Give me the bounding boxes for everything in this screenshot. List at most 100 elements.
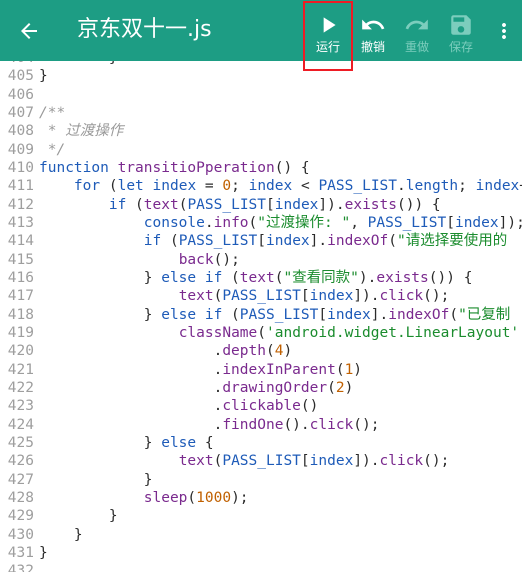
- code-token: function: [39, 159, 109, 176]
- code-token: click: [379, 453, 424, 470]
- code-token: [: [300, 288, 310, 305]
- code-line[interactable]: 421 .indexInParent(1): [0, 361, 522, 379]
- code-line[interactable]: 423 .clickable(): [0, 397, 522, 415]
- code-line[interactable]: 417 text(PASS_LIST[index]).click();: [0, 287, 522, 305]
- code-token: "请选择要使用的: [396, 233, 508, 250]
- code-token: PASS_LIST: [178, 233, 258, 250]
- line-number: 416: [7, 269, 34, 286]
- code-token: "过渡操作: ": [257, 214, 351, 231]
- code-token: [: [300, 453, 310, 470]
- line-number: 420: [7, 343, 34, 360]
- code-line[interactable]: 427 }: [0, 471, 522, 489]
- code-token: }: [39, 526, 83, 543]
- code-token: .: [39, 379, 223, 396]
- code-line[interactable]: 420 .depth(4): [0, 342, 522, 360]
- code-token: ): [353, 361, 363, 378]
- arrow-left-icon: [21, 23, 37, 39]
- code-line[interactable]: 412 if (text(PASS_LIST[index]).exists())…: [0, 196, 522, 214]
- code-token: text: [178, 453, 214, 470]
- code-token: (: [265, 343, 275, 360]
- code-token: .: [397, 178, 406, 195]
- code-token: index: [475, 178, 520, 195]
- code-line[interactable]: 415 back();: [0, 251, 522, 269]
- code-token: (: [126, 196, 144, 213]
- code-editor[interactable]: 404 }405}406407/**408 * 过渡操作409 */410fun…: [0, 61, 522, 572]
- code-token: ();: [213, 251, 240, 268]
- code-line[interactable]: 409 */: [0, 141, 522, 159]
- code-token: (: [327, 379, 336, 396]
- code-token: .: [204, 214, 214, 231]
- code-line[interactable]: 419 className('android.widget.LinearLayo…: [0, 324, 522, 342]
- code-line[interactable]: 428 sleep(1000);: [0, 489, 522, 507]
- code-token: for: [73, 178, 101, 195]
- code-line[interactable]: 414 if (PASS_LIST[index].indexOf("请选择要使用…: [0, 232, 522, 250]
- code-line[interactable]: 405}: [0, 67, 522, 85]
- code-token: length: [405, 178, 459, 195]
- code-token: ();: [423, 453, 450, 470]
- code-line[interactable]: 432: [0, 562, 522, 572]
- code-token: (: [100, 178, 118, 195]
- redo-button[interactable]: 重做: [395, 8, 439, 58]
- line-number: 419: [7, 324, 34, 341]
- back-button[interactable]: [12, 14, 46, 48]
- undo-button[interactable]: 撤销: [351, 8, 395, 58]
- code-line[interactable]: 422 .drawingOrder(2): [0, 379, 522, 397]
- line-number: 409: [7, 141, 34, 158]
- code-line[interactable]: 431}: [0, 544, 522, 562]
- code-token: ();: [353, 416, 380, 433]
- code-token: index: [248, 178, 293, 195]
- code-token: PASS_LIST: [367, 214, 447, 231]
- line-number: 425: [7, 434, 34, 451]
- code-line[interactable]: 418 } else if (PASS_LIST[index].indexOf(…: [0, 306, 522, 324]
- code-token: text: [178, 288, 214, 305]
- code-token: if: [108, 196, 127, 213]
- save-button[interactable]: 保存: [439, 8, 483, 58]
- line-number: 411: [7, 178, 34, 195]
- code-token: ].: [309, 233, 328, 250]
- code-line[interactable]: 407 /**: [0, 104, 522, 122]
- code-token: sleep: [143, 489, 188, 506]
- code-token: else if: [161, 269, 223, 286]
- code-line[interactable]: 426 text(PASS_LIST[index]).click();: [0, 452, 522, 470]
- code-token: (: [222, 269, 240, 286]
- code-token: PASS_LIST: [222, 288, 301, 305]
- code-token: findOne: [222, 416, 284, 433]
- code-line[interactable]: 413 console.info("过渡操作: ", PASS_LIST[ind…: [0, 214, 522, 232]
- save-icon: [451, 15, 471, 35]
- code-token: click: [309, 416, 354, 433]
- run-button[interactable]: 运行: [306, 8, 350, 58]
- code-line[interactable]: 411 for (let index = 0; index < PASS_LIS…: [0, 177, 522, 195]
- line-number: 432: [7, 563, 34, 572]
- code-token: .: [39, 343, 223, 360]
- save-label: 保存: [448, 40, 473, 54]
- run-label: 运行: [315, 40, 340, 54]
- code-token: ,: [350, 214, 368, 231]
- code-token: if: [143, 233, 162, 250]
- line-number: 412: [7, 196, 34, 213]
- code-token: (: [161, 233, 179, 250]
- code-token: PASS_LIST: [318, 178, 398, 195]
- code-line[interactable]: 408 * 过渡操作: [0, 122, 522, 140]
- code-line[interactable]: 416 } else if (text("查看同款").exists()) {: [0, 269, 522, 287]
- code-token: /**: [39, 104, 66, 121]
- code-line[interactable]: 406: [0, 86, 522, 104]
- line-number: 406: [7, 86, 34, 103]
- code-line[interactable]: 430 }: [0, 526, 522, 544]
- code-token: * 过渡操作: [39, 123, 124, 140]
- code-line[interactable]: 410 function transitioPperation() {: [0, 159, 522, 177]
- redo-icon: [405, 19, 428, 30]
- code-line[interactable]: 424 .findOne().click();: [0, 416, 522, 434]
- code-token: index: [327, 306, 371, 323]
- more-options-button[interactable]: [490, 14, 518, 48]
- code-line[interactable]: 425 } else {: [0, 434, 522, 452]
- code-token: ;: [458, 178, 476, 195]
- code-token: 1: [344, 361, 354, 378]
- code-token: ().: [283, 416, 310, 433]
- code-line[interactable]: 429 }: [0, 507, 522, 525]
- code-token: ]).: [353, 288, 380, 305]
